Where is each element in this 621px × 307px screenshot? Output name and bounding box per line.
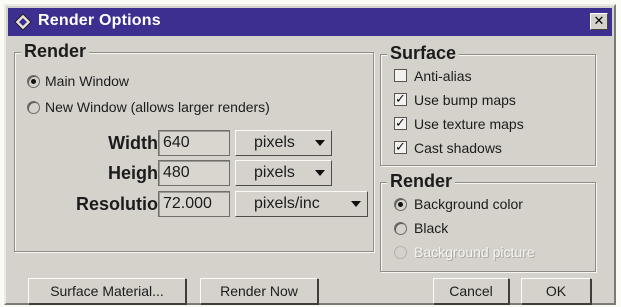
width-input[interactable]: 640	[158, 130, 230, 156]
cast-shadows-checkbox[interactable]	[394, 139, 407, 155]
ok-button[interactable]: OK	[521, 278, 591, 304]
title-bar[interactable]: Render Options ✕	[8, 8, 612, 36]
main-window-label: Main Window	[45, 73, 130, 89]
new-window-label: New Window (allows larger renders)	[45, 99, 270, 115]
surface-group-title: Surface	[387, 43, 460, 63]
main-window-radio[interactable]	[27, 75, 40, 88]
resolution-unit-select[interactable]: pixels/inc	[235, 191, 368, 217]
width-label: Width	[108, 133, 158, 153]
resolution-input[interactable]: 72.000	[158, 191, 230, 217]
surface-material-button[interactable]: Surface Material...	[28, 278, 186, 304]
width-unit-value: pixels	[254, 134, 295, 151]
black-radio[interactable]	[394, 222, 407, 235]
resolution-unit-value: pixels/inc	[254, 195, 320, 212]
width-unit-select[interactable]: pixels	[235, 130, 332, 156]
cancel-button[interactable]: Cancel	[433, 278, 509, 304]
black-label: Black	[414, 220, 449, 236]
chevron-down-icon	[315, 140, 325, 146]
background-color-label: Background color	[414, 196, 523, 212]
close-icon: ✕	[593, 13, 605, 28]
render-options-dialog: Render Options ✕ Render Main Window New …	[4, 4, 616, 305]
resolution-label: Resolutio	[75, 194, 158, 214]
bump-maps-label: Use bump maps	[414, 92, 516, 108]
render-group: Render Main Window New Window (allows la…	[14, 41, 374, 252]
surface-group: Surface Anti-alias Use bump maps Use tex…	[380, 43, 596, 166]
height-input[interactable]: 480	[158, 160, 230, 186]
anti-alias-checkbox[interactable]	[394, 69, 407, 82]
new-window-radio[interactable]	[27, 101, 40, 114]
render-group-title: Render	[21, 41, 90, 61]
texture-maps-label: Use texture maps	[414, 116, 524, 132]
cast-shadows-label: Cast shadows	[414, 140, 502, 156]
background-picture-label: Background picture	[414, 244, 535, 260]
height-unit-value: pixels	[254, 164, 295, 181]
chevron-down-icon	[351, 201, 361, 207]
background-group-title: Render	[387, 171, 456, 191]
anti-alias-label: Anti-alias	[414, 68, 472, 84]
background-group: Render Background color Black Background…	[380, 171, 596, 272]
background-color-radio[interactable]	[394, 198, 407, 211]
texture-maps-checkbox[interactable]	[394, 115, 407, 131]
window-title: Render Options	[38, 12, 161, 29]
bump-maps-checkbox[interactable]	[394, 91, 407, 107]
background-picture-radio	[394, 246, 407, 259]
chevron-down-icon	[315, 170, 325, 176]
close-button[interactable]: ✕	[590, 13, 608, 30]
height-unit-select[interactable]: pixels	[235, 160, 332, 186]
render-now-button[interactable]: Render Now	[200, 278, 318, 304]
height-label: Heigh	[107, 163, 158, 183]
app-diamond-icon	[14, 13, 32, 31]
